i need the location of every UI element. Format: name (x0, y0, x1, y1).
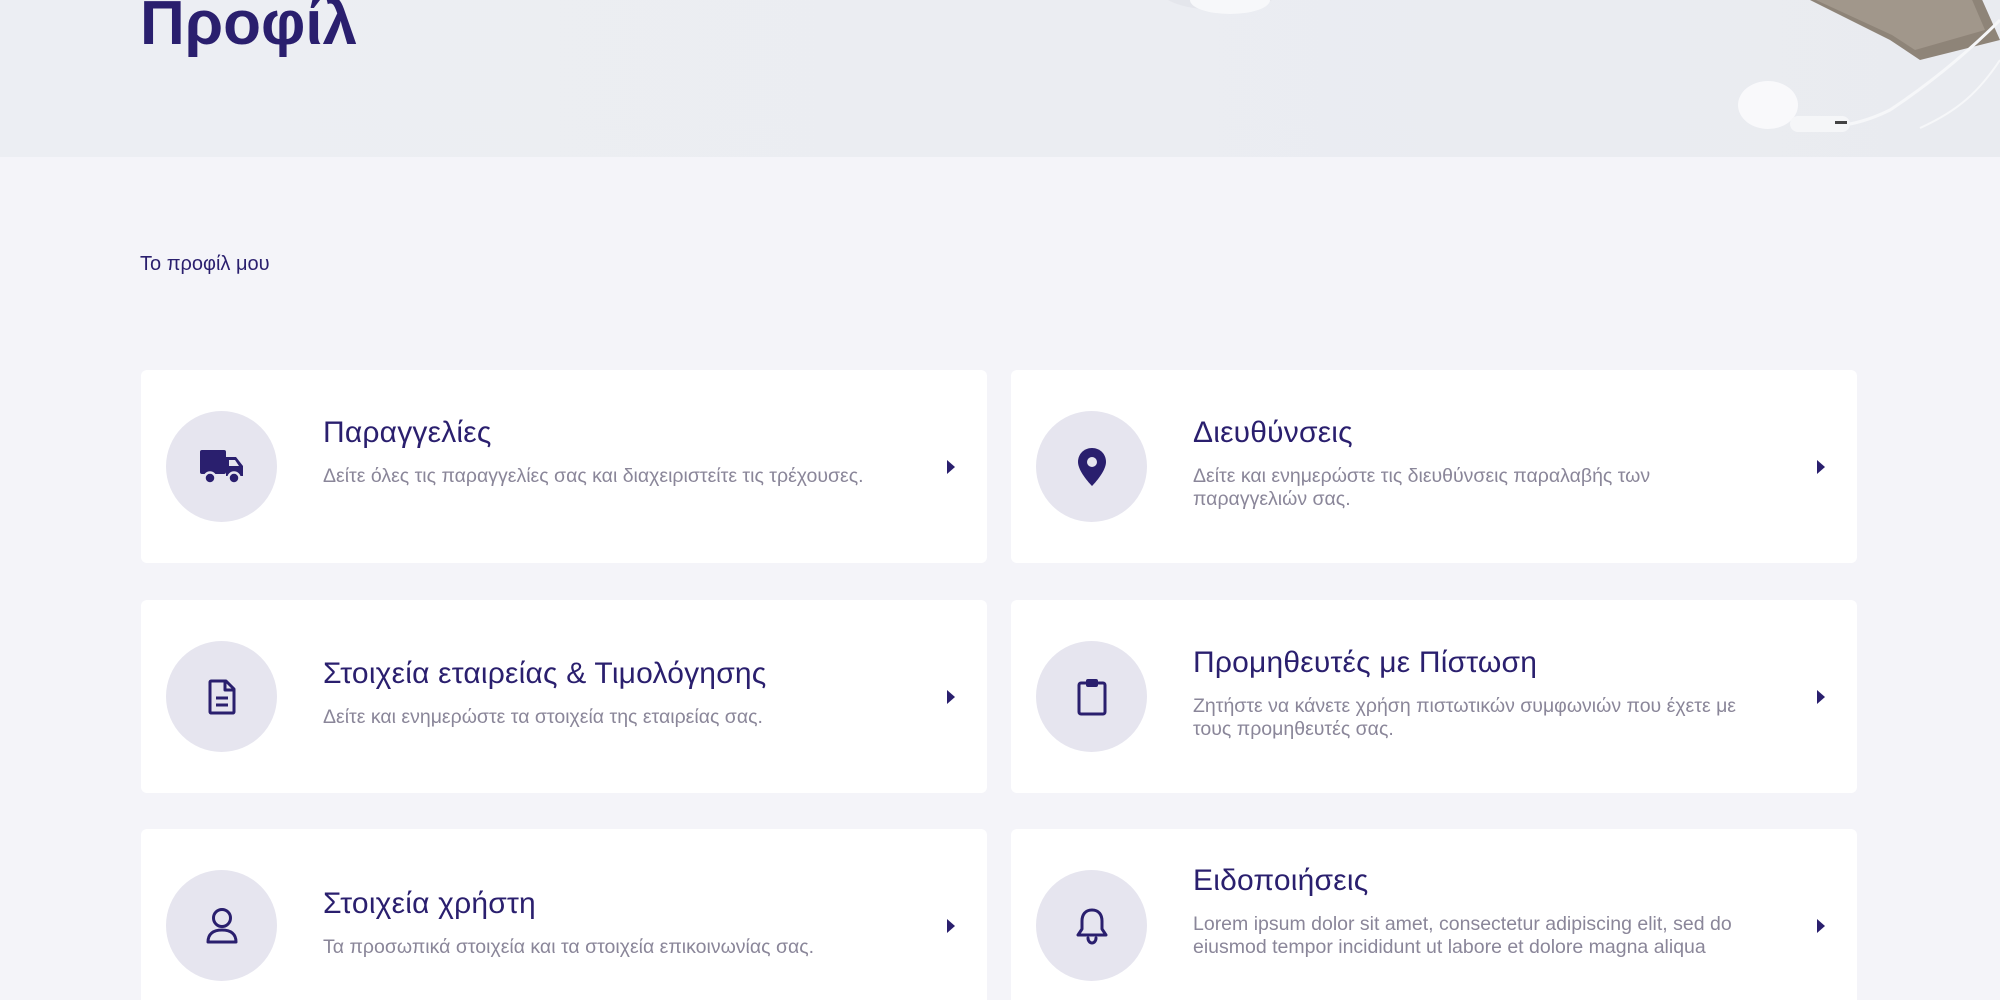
bell-icon (1076, 908, 1107, 945)
icon-circle (166, 870, 277, 981)
icon-circle (1036, 641, 1147, 752)
page-title: Προφίλ (140, 0, 358, 58)
chevron-right-icon[interactable] (944, 459, 958, 475)
card-addresses[interactable]: Διευθύνσεις Δείτε και ενημερώστε τις διε… (1011, 370, 1857, 563)
card-credit-suppliers[interactable]: Προμηθευτές με Πίστωση Ζητήστε να κάνετε… (1011, 600, 1857, 793)
chevron-right-icon[interactable] (1814, 459, 1828, 475)
card-title: Στοιχεία χρήστη (323, 887, 536, 920)
chevron-right-icon[interactable] (1814, 689, 1828, 705)
icon-circle (166, 641, 277, 752)
card-title: Ειδοποιήσεις (1193, 864, 1369, 897)
truck-icon (199, 449, 243, 484)
card-company-billing[interactable]: Στοιχεία εταιρείας & Τιμολόγησης Δείτε κ… (141, 600, 987, 793)
chevron-right-icon[interactable] (944, 689, 958, 705)
card-title: Παραγγελίες (323, 416, 492, 449)
card-title: Στοιχεία εταιρείας & Τιμολόγησης (323, 657, 767, 690)
chevron-right-icon[interactable] (944, 918, 958, 934)
clipboard-icon (1077, 678, 1106, 715)
card-title: Προμηθευτές με Πίστωση (1193, 646, 1538, 679)
hero-decoration-image (1168, 0, 2000, 132)
icon-circle (1036, 411, 1147, 522)
icon-circle (1036, 870, 1147, 981)
document-icon (208, 679, 235, 714)
icon-circle (166, 411, 277, 522)
chevron-right-icon[interactable] (1814, 918, 1828, 934)
card-description: Δείτε όλες τις παραγγελίες σας και διαχε… (323, 465, 864, 487)
card-description: Τα προσωπικά στοιχεία και τα στοιχεία επ… (323, 936, 815, 958)
user-icon (206, 907, 237, 943)
map-pin-icon (1077, 447, 1106, 486)
card-description: Lorem ipsum dolor sit amet, consectetur … (1193, 913, 1732, 958)
card-title: Διευθύνσεις (1193, 416, 1353, 449)
card-description: Δείτε και ενημερώστε τα στοιχεία της ετα… (323, 706, 763, 728)
card-user-details[interactable]: Στοιχεία χρήστη Τα προσωπικά στοιχεία κα… (141, 829, 987, 1000)
card-description: Ζητήστε να κάνετε χρήση πιστωτικών συμφω… (1193, 695, 1736, 740)
card-orders[interactable]: Παραγγελίες Δείτε όλες τις παραγγελίες σ… (141, 370, 987, 563)
card-notifications[interactable]: Ειδοποιήσεις Lorem ipsum dolor sit amet,… (1011, 829, 1857, 1000)
card-description: Δείτε και ενημερώστε τις διευθύνσεις παρ… (1193, 465, 1651, 510)
hero-banner: Προφίλ (0, 0, 2000, 157)
breadcrumb[interactable]: Το προφίλ μου (140, 253, 270, 276)
